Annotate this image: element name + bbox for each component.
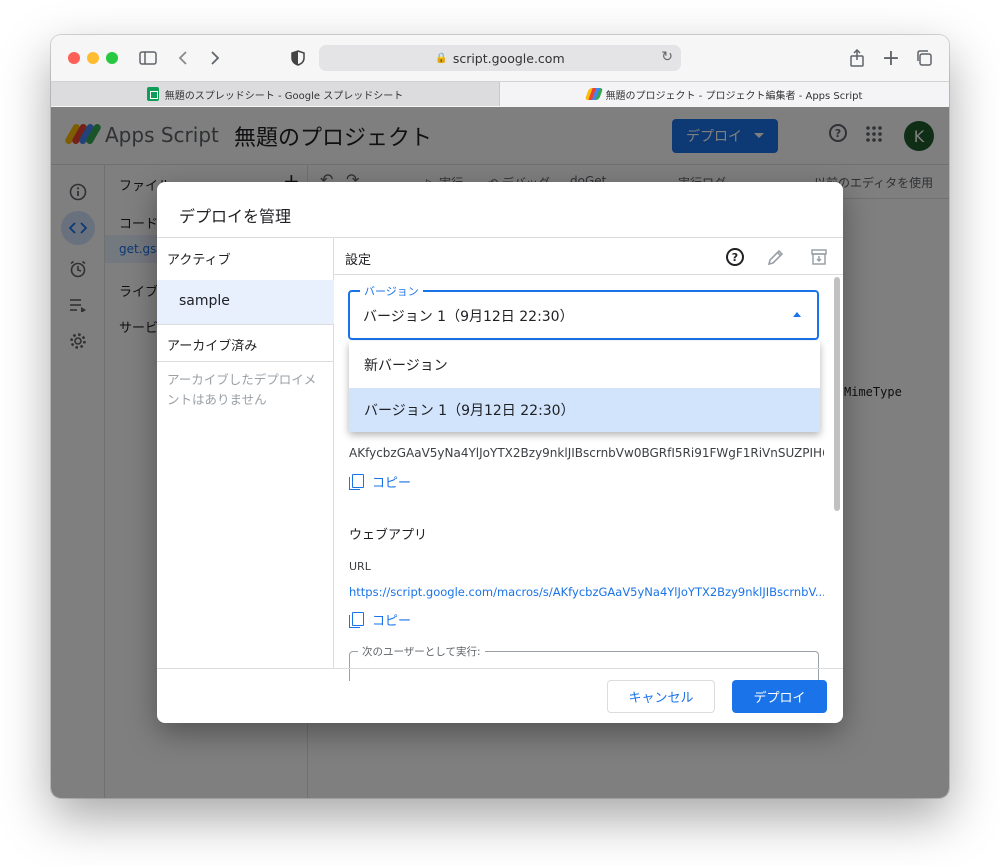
version-select[interactable]: バージョン バージョン 1（9月12日 22:30） — [348, 283, 819, 340]
copy-url-button[interactable]: コピー — [349, 610, 411, 629]
browser-toolbar: 🔒 script.google.com ↻ + — [51, 35, 949, 81]
archived-empty-text: アーカイブしたデプロイメントはありません — [167, 372, 317, 407]
deployment-item-sample[interactable]: sample — [157, 280, 334, 324]
copy-label: コピー — [372, 476, 412, 491]
archive-icon[interactable] — [808, 246, 830, 268]
deployments-list-pane: アクティブ sample アーカイブ済み アーカイブしたデプロイメントはありませ… — [157, 238, 334, 668]
copy-icon — [349, 473, 364, 490]
manage-deployments-dialog: デプロイを管理 アクティブ sample アーカイブ済み アーカイブしたデプロイ… — [157, 182, 843, 723]
scrollbar-thumb[interactable] — [834, 277, 840, 511]
execute-as-label: 次のユーザーとして実行: — [358, 644, 485, 659]
webapp-header: ウェブアプリ — [349, 528, 428, 543]
sidebar-toggle-icon[interactable] — [138, 47, 158, 69]
version-value: バージョン 1（9月12日 22:30） — [363, 309, 574, 325]
archived-header: アーカイブ済み — [167, 339, 258, 354]
edit-pencil-icon[interactable] — [765, 246, 787, 268]
close-window-button[interactable] — [68, 52, 80, 64]
execute-as-select[interactable]: 次のユーザーとして実行: — [349, 644, 819, 681]
dialog-title: デプロイを管理 — [179, 207, 292, 226]
share-icon[interactable] — [849, 47, 865, 69]
deployment-name: sample — [179, 293, 230, 309]
tab-overview-icon[interactable] — [915, 47, 933, 69]
apps-script-icon — [584, 88, 603, 100]
settings-header: 設定 ? — [334, 238, 843, 275]
option-version-1[interactable]: バージョン 1（9月12日 22:30） — [349, 388, 820, 432]
cancel-button[interactable]: キャンセル — [607, 680, 715, 713]
active-header: アクティブ — [167, 253, 231, 268]
tab-spreadsheet[interactable]: 無題のスプレッドシート - Google スプレッドシート — [51, 82, 500, 106]
divider — [157, 668, 843, 669]
help-icon[interactable]: ? — [724, 246, 746, 268]
webapp-url-link[interactable]: https://script.google.com/macros/s/AKfyc… — [349, 585, 824, 599]
divider — [157, 324, 334, 325]
minimize-window-button[interactable] — [87, 52, 99, 64]
tab-label: 無題のプロジェクト - プロジェクト編集者 - Apps Script — [605, 90, 863, 102]
version-label: バージョン — [360, 283, 423, 299]
deploy-button[interactable]: デプロイ — [732, 680, 827, 713]
copy-icon — [349, 611, 364, 628]
url-label: URL — [349, 560, 371, 573]
zoom-window-button[interactable] — [106, 52, 118, 64]
copy-label: コピー — [372, 614, 412, 629]
reload-icon[interactable]: ↻ — [661, 49, 673, 65]
version-dropdown-menu: 新バージョン バージョン 1（9月12日 22:30） — [349, 341, 820, 432]
lock-icon: 🔒 — [435, 52, 448, 64]
tab-bar: 無題のスプレッドシート - Google スプレッドシート 無題のプロジェクト … — [51, 81, 949, 106]
tab-apps-script[interactable]: 無題のプロジェクト - プロジェクト編集者 - Apps Script — [500, 82, 949, 106]
address-bar[interactable]: 🔒 script.google.com ↻ — [319, 45, 681, 71]
forward-icon[interactable] — [208, 47, 222, 69]
address-text: script.google.com — [452, 50, 565, 66]
tab-label: 無題のスプレッドシート - Google スプレッドシート — [164, 90, 404, 102]
deployment-id: AKfycbzGAaV5yNa4YlJoYTX2Bzy9nklJIBscrnbV… — [349, 446, 824, 460]
shield-icon[interactable] — [291, 47, 305, 69]
settings-pane: 設定 ? バージョン バージョン 1（9月12日 22:30） 新バージョン バ… — [334, 238, 843, 681]
scrollbar[interactable] — [833, 275, 841, 668]
sheets-icon — [146, 87, 159, 101]
option-new-version[interactable]: 新バージョン — [349, 343, 820, 387]
new-tab-icon[interactable]: + — [882, 46, 900, 71]
caret-up-icon — [793, 312, 801, 317]
copy-deployment-id-button[interactable]: コピー — [349, 472, 411, 491]
back-icon[interactable] — [176, 47, 190, 69]
divider — [157, 361, 334, 362]
settings-title: 設定 — [345, 253, 372, 268]
